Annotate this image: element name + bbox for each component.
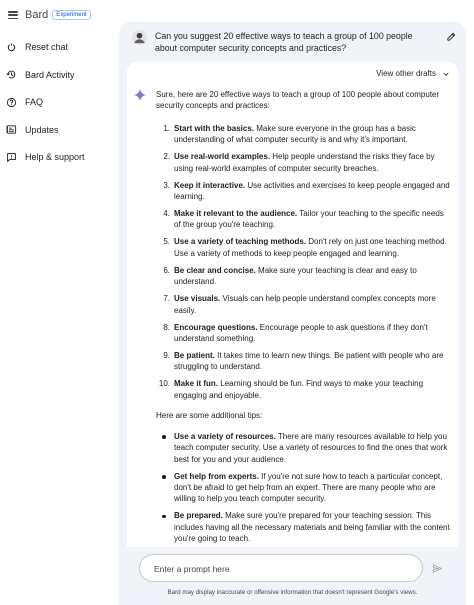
sidebar-item-faq[interactable]: FAQ	[0, 92, 118, 112]
disclaimer-text: Bard may display inaccurate or offensive…	[167, 589, 418, 596]
response-intro: Sure, here are 20 effective ways to teac…	[156, 90, 440, 111]
sidebar-item-label: Bard Activity	[25, 69, 75, 80]
sidebar-item-label: Help & support	[25, 152, 85, 163]
list-number: 9.	[163, 351, 170, 361]
sidebar-item-label: Reset chat	[25, 42, 69, 52]
list-item-title: Keep it interactive.	[174, 180, 246, 190]
sidebar: Bard Experiment Reset chat Bard Activity…	[0, 0, 118, 605]
bullet-dot	[162, 435, 166, 439]
sidebar-item-bard-activity[interactable]: Bard Activity	[0, 65, 118, 85]
numbered-list: 1. Start with the basics. Make sure every…	[156, 123, 452, 401]
sidebar-item-updates[interactable]: Updates	[0, 120, 118, 140]
tips-heading: Here are some additional tips:	[156, 411, 263, 421]
list-number: 3.	[163, 180, 170, 190]
chevron-down-icon	[443, 72, 449, 76]
bard-response-card: View other drafts Sure, here are 20 effe…	[127, 62, 458, 547]
list-item-title: Use visuals.	[174, 294, 221, 304]
list-item-title: Make it fun.	[174, 379, 219, 389]
list-item: 2. Use real-world examples. Help people u…	[156, 151, 452, 174]
list-item: 10. Make it fun. Learning should be fun. …	[156, 378, 452, 401]
prompt-input-container[interactable]	[139, 554, 423, 582]
sidebar-item-label: FAQ	[25, 97, 44, 108]
list-item-text: It takes time to learn new things. Be pa…	[174, 351, 444, 372]
reset-icon	[7, 42, 16, 51]
tip-title: Be prepared.	[174, 511, 223, 521]
bullet-dot	[162, 475, 166, 479]
prompt-input[interactable]	[154, 562, 404, 576]
updates-icon	[6, 125, 17, 134]
list-number: 7.	[163, 294, 170, 304]
sidebar-item-label: Updates	[25, 124, 59, 135]
user-message: Can you suggest 20 effective ways to tea…	[119, 28, 466, 58]
list-item-title: Encourage questions.	[174, 322, 258, 332]
list-number: 8.	[163, 322, 170, 332]
response-content: Sure, here are 20 effective ways to teac…	[156, 89, 452, 547]
app-name: Bard	[25, 9, 49, 21]
history-icon	[6, 70, 16, 79]
sidebar-item-help-support[interactable]: Help & support	[0, 147, 118, 167]
bard-sparkle-icon	[133, 88, 147, 102]
chat-panel: Can you suggest 20 effective ways to tea…	[119, 22, 466, 605]
list-item-title: Start with the basics.	[174, 123, 255, 133]
view-other-drafts-button[interactable]: View other drafts	[376, 69, 450, 78]
list-item-title: Use a variety of teaching methods.	[174, 237, 307, 247]
sidebar-item-reset-chat[interactable]: Reset chat	[0, 37, 118, 57]
list-number: 6.	[163, 265, 170, 275]
tips-list: Use a variety of resources. There are ma…	[156, 431, 452, 545]
list-item: 6. Be clear and concise. Make sure your t…	[156, 265, 452, 288]
brand-header: Bard Experiment	[8, 8, 91, 22]
list-number: 4.	[163, 209, 170, 219]
list-item: 8. Encourage questions. Encourage people …	[156, 322, 452, 345]
list-item: 9. Be patient. It takes time to learn new…	[156, 350, 452, 373]
sidebar-nav: Reset chat Bard Activity FAQ Updates Hel…	[0, 37, 118, 175]
list-item-title: Be clear and concise.	[174, 265, 256, 275]
list-number: 5.	[163, 237, 170, 247]
list-item: 4. Make it relevant to the audience. Tail…	[156, 208, 452, 231]
tip-item: Get help from experts. If you're not sur…	[156, 471, 452, 505]
edit-pencil-icon[interactable]	[446, 31, 457, 42]
tip-item: Use a variety of resources. There are ma…	[156, 431, 452, 465]
list-number: 1.	[163, 123, 170, 133]
list-item-title: Make it relevant to the audience.	[174, 209, 298, 219]
bullet-dot	[162, 514, 166, 519]
feedback-icon	[7, 153, 16, 162]
tip-title: Use a variety of resources.	[174, 431, 276, 441]
list-item: 3. Keep it interactive. Use activities an…	[156, 180, 452, 203]
list-item: 7. Use visuals. Visuals can help people u…	[156, 293, 452, 316]
list-item-title: Use real-world examples.	[174, 152, 271, 162]
list-item: 1. Start with the basics. Make sure every…	[156, 123, 452, 146]
tip-title: Get help from experts.	[174, 471, 259, 481]
list-number: 10.	[158, 379, 170, 389]
help-icon	[6, 97, 17, 107]
user-avatar	[132, 30, 147, 45]
hamburger-menu-icon[interactable]	[8, 11, 18, 19]
list-item: 5. Use a variety of teaching methods. Don…	[156, 236, 452, 259]
tip-item: Be prepared. Make sure you're prepared f…	[156, 510, 452, 544]
list-item-title: Be patient.	[174, 351, 215, 361]
user-prompt-text: Can you suggest 20 effective ways to tea…	[155, 31, 413, 53]
view-drafts-label: View other drafts	[376, 69, 436, 78]
list-number: 2.	[163, 152, 170, 162]
send-icon[interactable]	[432, 563, 443, 574]
experiment-badge: Experiment	[52, 10, 91, 20]
